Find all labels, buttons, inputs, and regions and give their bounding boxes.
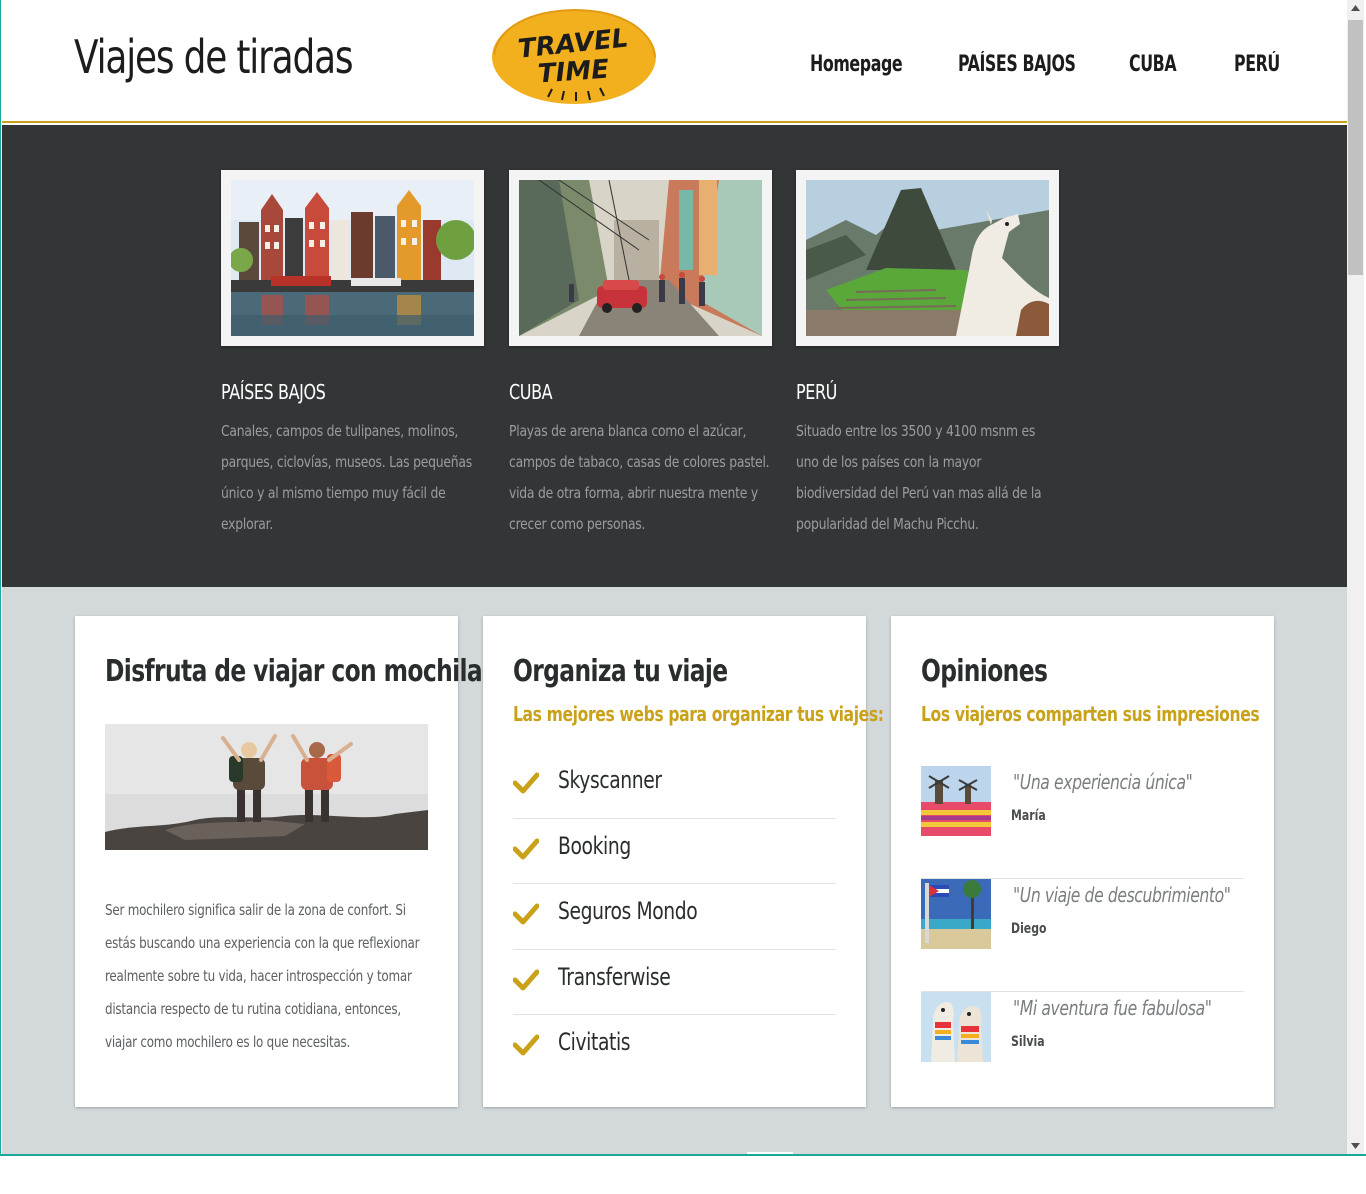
nav-peru[interactable]: PERÚ [1234, 52, 1280, 77]
card-opiniones: Opiniones Los viajeros comparten sus imp… [891, 616, 1274, 1107]
testimonial-item: "Un viaje de descubrimiento" Diego [921, 879, 1244, 992]
checkmark-icon [513, 772, 539, 794]
backpackers-photo [105, 724, 428, 850]
list-item-label: Skyscanner [558, 766, 662, 794]
card-subtitle: Las mejores webs para organizar tus viaj… [513, 702, 884, 726]
travel-sites-list: Skyscanner Booking Seguros Mondo Transfe… [513, 753, 836, 1081]
list-item-label: Civitatis [558, 1028, 631, 1056]
testimonial-item: "Mi aventura fue fabulosa" Silvia [921, 992, 1244, 1105]
scrollbar-thumb[interactable] [1348, 20, 1363, 275]
status-strip [747, 1152, 793, 1154]
card-organiza: Organiza tu viaje Las mejores webs para … [483, 616, 884, 1107]
destination-card-paises-bajos: PAÍSES BAJOS Canales, campos de tulipane… [221, 170, 484, 540]
testimonial-item: "Una experiencia única" María [921, 766, 1244, 879]
card-mochila: Disfruta de viajar con mochila Ser mochi… [75, 616, 483, 1107]
checkmark-icon [513, 969, 539, 990]
list-item-skyscanner[interactable]: Skyscanner [513, 753, 836, 819]
testimonials-list: "Una experiencia única" María "Un viaje … [921, 766, 1244, 1105]
testimonial-quote: "Una experiencia única" [1013, 770, 1193, 794]
destination-description: Canales, campos de tulipanes, molinos, p… [221, 422, 472, 533]
testimonial-quote: "Un viaje de descubrimiento" [1013, 883, 1231, 907]
nav-homepage[interactable]: Homepage [810, 52, 903, 77]
havana-street-photo [519, 180, 762, 336]
destination-photo-frame[interactable] [221, 170, 484, 346]
nav-cuba[interactable]: CUBA [1129, 52, 1177, 77]
testimonial-author: Diego [1011, 921, 1047, 937]
vertical-scrollbar[interactable] [1347, 0, 1364, 1154]
card-title: Disfruta de viajar con mochila [105, 654, 483, 689]
checkmark-icon [513, 903, 539, 925]
destination-card-cuba: CUBA Playas de arena blanca como el azúc… [509, 170, 772, 540]
amsterdam-canal-photo [231, 180, 474, 336]
avatar [921, 992, 991, 1062]
list-item-label: Seguros Mondo [558, 897, 698, 925]
destination-card-peru: PERÚ Situado entre los 3500 y 4100 msnm … [796, 170, 1059, 540]
info-section: Disfruta de viajar con mochila Ser mochi… [2, 587, 1347, 1154]
nav-paises-bajos[interactable]: PAÍSES BAJOS [958, 52, 1076, 77]
destination-title[interactable]: CUBA [509, 380, 719, 404]
main-nav: Homepage PAÍSES BAJOS CUBA PERÚ [2, 52, 1347, 82]
card-title: Opiniones [921, 654, 1048, 689]
testimonial-author: María [1011, 808, 1046, 824]
scroll-down-arrow-icon[interactable] [1347, 1137, 1364, 1154]
destination-description: Playas de arena blanca como el azúcar, c… [509, 422, 770, 533]
destination-title[interactable]: PAÍSES BAJOS [221, 380, 431, 404]
destination-title[interactable]: PERÚ [796, 380, 1006, 404]
list-item-booking[interactable]: Booking [513, 819, 836, 884]
card-subtitle: Los viajeros comparten sus impresiones [921, 702, 1260, 726]
testimonial-quote: "Mi aventura fue fabulosa" [1013, 996, 1212, 1020]
destination-description: Situado entre los 3500 y 4100 msnm es un… [796, 422, 1042, 533]
card-title: Organiza tu viaje [513, 654, 728, 689]
avatar [921, 766, 991, 836]
destination-photo-frame[interactable] [509, 170, 772, 346]
scroll-up-arrow-icon[interactable] [1347, 0, 1364, 17]
list-item-civitatis[interactable]: Civitatis [513, 1015, 836, 1081]
machu-picchu-photo [806, 180, 1049, 336]
list-item-transferwise[interactable]: Transferwise [513, 950, 836, 1015]
site-header: Viajes de tiradas TRAVEL TIME Homepage P… [2, 0, 1347, 123]
list-item-label: Transferwise [558, 962, 671, 991]
list-item-seguros-mondo[interactable]: Seguros Mondo [513, 884, 836, 950]
mochila-description: Ser mochilero significa salir de la zona… [105, 901, 420, 1051]
avatar [921, 879, 991, 949]
destination-photo-frame[interactable] [796, 170, 1059, 346]
list-item-label: Booking [558, 831, 631, 860]
browser-viewport: Viajes de tiradas TRAVEL TIME Homepage P… [0, 0, 1366, 1156]
checkmark-icon [513, 838, 539, 859]
testimonial-author: Silvia [1011, 1034, 1045, 1050]
destinations-section: PAÍSES BAJOS Canales, campos de tulipane… [2, 125, 1347, 587]
checkmark-icon [513, 1034, 539, 1056]
